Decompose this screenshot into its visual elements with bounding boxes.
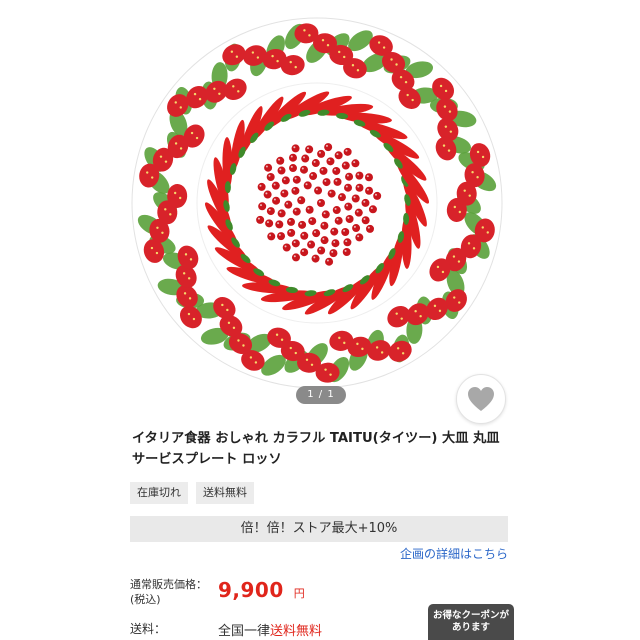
price-label-tax: (税込): [130, 593, 161, 606]
promo-banner[interactable]: 倍！倍！ストア最大+10%: [130, 516, 508, 542]
shipping-value: 全国一律送料無料: [218, 620, 322, 639]
stock-status-badge: 在庫切れ: [130, 482, 188, 504]
shipping-free-text: 送料無料: [270, 624, 323, 639]
price-label: 通常販売価格： (税込): [130, 577, 207, 607]
free-shipping-badge: 送料無料: [196, 482, 254, 504]
price-label-main: 通常販売価格：: [130, 578, 207, 591]
shipping-value-prefix: 全国一律: [218, 624, 271, 639]
product-image[interactable]: [130, 16, 504, 390]
shipping-label: 送料：: [130, 622, 167, 636]
coupon-line2: あります: [451, 622, 490, 633]
promo-detail-link[interactable]: 企画の詳細はこちら: [400, 545, 508, 562]
coupon-button[interactable]: お得なクーポンが あります: [428, 604, 514, 640]
plate-illustration: [131, 17, 503, 389]
favorite-button[interactable]: [456, 374, 506, 424]
product-image-gallery[interactable]: 1 / 1: [0, 0, 640, 410]
heart-icon: [468, 387, 494, 411]
coupon-line1: お得なクーポンが: [432, 610, 509, 621]
image-pager: 1 / 1: [296, 386, 346, 404]
price-unit: 円: [293, 587, 305, 600]
price-amount: 9,900: [218, 578, 284, 602]
product-title: イタリア食器 おしゃれ カラフル TAITU(タイツー) 大皿 丸皿 サービスプ…: [132, 431, 500, 467]
product-tags: 在庫切れ 送料無料: [130, 482, 254, 504]
price: 9,900 円: [218, 578, 305, 602]
